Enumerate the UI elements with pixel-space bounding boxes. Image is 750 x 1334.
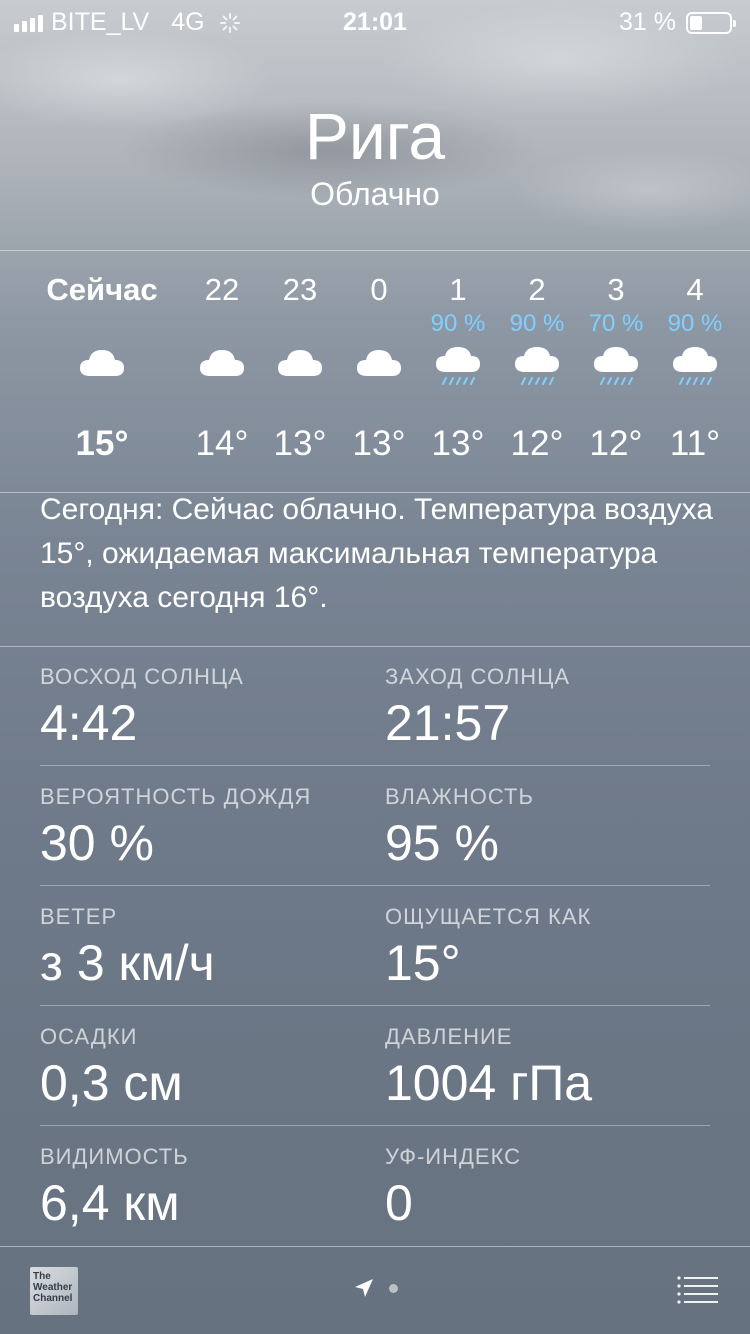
page-dot[interactable] <box>388 1283 398 1293</box>
detail-cell: УФ-ИНДЕКС 0 <box>385 1144 521 1232</box>
hour-temperature: 11° <box>669 424 721 463</box>
detail-label: ВЛАЖНОСТЬ <box>385 784 534 809</box>
detail-label: ЗАХОД СОЛНЦА <box>385 664 571 689</box>
detail-label: ОЩУЩАЕТСЯ КАК <box>385 904 592 929</box>
detail-label: ВОСХОД СОЛНЦА <box>40 664 244 689</box>
hourly-forecast[interactable]: Сейчас 15° 22 14° 23 13° 0 13° 1 90 % 13° 2 90 % 12° 3… <box>0 250 750 492</box>
hour-temperature: 14° <box>195 424 249 463</box>
city-name: Рига <box>304 99 446 173</box>
hour-temperature: 12° <box>589 424 643 463</box>
hour-time: 23 <box>282 272 318 307</box>
hour-temperature: 13° <box>431 424 485 463</box>
detail-cell: ВОСХОД СОЛНЦА 4:42 <box>40 664 244 752</box>
cloud-icon <box>42 346 162 396</box>
detail-label: ВИДИМОСТЬ <box>40 1144 189 1169</box>
detail-cell: ДАВЛЕНИЕ 1004 гПа <box>385 1024 592 1112</box>
current-condition: Облачно <box>310 176 440 212</box>
cloud-icon <box>258 346 342 396</box>
hour-time: 4 <box>686 272 704 307</box>
bottom-bar: The Weather Channel <box>0 1247 750 1334</box>
detail-value: 95 % <box>385 815 499 871</box>
battery-percent: 31 % <box>619 8 676 36</box>
detail-cell: ОСАДКИ 0,3 см <box>40 1024 183 1112</box>
detail-row: ВОСХОД СОЛНЦА 4:42 ЗАХОД СОЛНЦА 21:57 <box>40 646 710 766</box>
detail-value: 4:42 <box>40 695 138 751</box>
hour-temperature: 13° <box>352 424 406 463</box>
detail-label: ДАВЛЕНИЕ <box>385 1024 513 1049</box>
hour-temperature: 15° <box>75 424 129 463</box>
cloud-icon <box>180 346 264 396</box>
rain-cloud-icon <box>574 346 658 396</box>
status-right: 31 % <box>619 8 736 37</box>
rain-cloud-icon <box>416 346 500 396</box>
hour-time: 2 <box>528 272 546 307</box>
details-grid: ВОСХОД СОЛНЦА 4:42 ЗАХОД СОЛНЦА 21:57 ВЕРОЯТ… <box>40 646 710 1246</box>
rain-cloud-icon <box>495 346 579 396</box>
detail-value: 0 <box>385 1175 413 1231</box>
detail-row: ВЕТЕР з 3 км/ч ОЩУЩАЕТСЯ КАК 15° <box>40 886 710 1006</box>
hour-time: 22 <box>204 272 240 307</box>
hour-temperature: 12° <box>510 424 564 463</box>
detail-row: ВИДИМОСТЬ 6,4 км УФ-ИНДЕКС 0 <box>40 1126 710 1246</box>
detail-label: УФ-ИНДЕКС <box>385 1144 522 1169</box>
detail-value: 0,3 см <box>40 1055 183 1111</box>
detail-row: ВЕРОЯТНОСТЬ ДОЖДЯ 30 % ВЛАЖНОСТЬ 95 % <box>40 766 710 886</box>
cloud-icon <box>337 346 421 396</box>
hour-temperature: 13° <box>273 424 327 463</box>
hour-time: 0 <box>370 272 388 307</box>
hour-precip-chance: 90 % <box>667 310 723 337</box>
detail-cell: ВЛАЖНОСТЬ 95 % <box>385 784 534 872</box>
location-arrow-icon[interactable] <box>353 1277 375 1299</box>
detail-value: 15° <box>385 935 461 991</box>
detail-value: 6,4 км <box>40 1175 180 1231</box>
rain-cloud-icon <box>653 346 737 396</box>
detail-label: ОСАДКИ <box>40 1024 138 1049</box>
battery-icon <box>686 11 736 34</box>
detail-cell: ВЕРОЯТНОСТЬ ДОЖДЯ 30 % <box>40 784 311 872</box>
status-bar: BITE_LV 4G 21:01 31 % <box>0 0 750 42</box>
detail-row: ОСАДКИ 0,3 см ДАВЛЕНИЕ 1004 гПа <box>40 1006 710 1126</box>
detail-cell: ЗАХОД СОЛНЦА 21:57 <box>385 664 570 752</box>
detail-value: 1004 гПа <box>385 1055 593 1111</box>
detail-value: з 3 км/ч <box>40 935 215 991</box>
detail-cell: ВЕТЕР з 3 км/ч <box>40 904 215 992</box>
detail-value: 21:57 <box>385 695 511 751</box>
page-indicator <box>0 1277 750 1299</box>
hour-time: Сейчас <box>46 272 158 307</box>
hour-time: 1 <box>449 272 467 307</box>
hour-time: 3 <box>607 272 625 307</box>
detail-label: ВЕРОЯТНОСТЬ ДОЖДЯ <box>40 784 312 809</box>
daily-summary: Сегодня: Сейчас облачно. Температура воз… <box>40 493 713 614</box>
detail-cell: ВИДИМОСТЬ 6,4 км <box>40 1144 189 1232</box>
detail-value: 30 % <box>40 815 154 871</box>
detail-label: ВЕТЕР <box>40 904 118 929</box>
city-list-icon[interactable] <box>676 1275 718 1305</box>
detail-cell: ОЩУЩАЕТСЯ КАК 15° <box>385 904 591 992</box>
